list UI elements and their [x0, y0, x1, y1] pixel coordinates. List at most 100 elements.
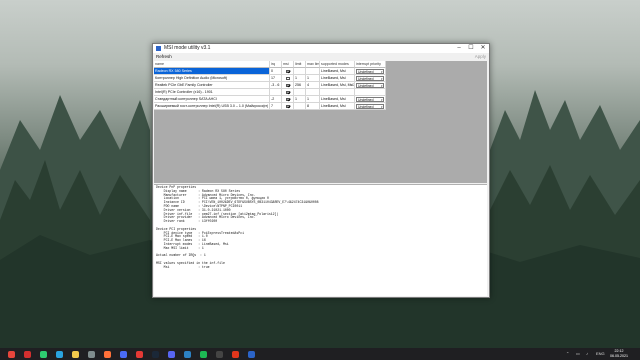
- name-cell: Realtek PCIe GbE Family Controller: [154, 82, 270, 89]
- msi-checkbox[interactable]: [286, 97, 290, 101]
- header-interrupt-priority[interactable]: interrupt priority: [355, 61, 386, 68]
- modes-cell: LineBased, Msi: [320, 96, 355, 103]
- msi-utility-window: MSI mode utility v3.1 – ☐ ✕ Refresh Appl…: [152, 43, 490, 298]
- modes-cell: LineBased, Msi, MsiX: [320, 82, 355, 89]
- chevron-down-icon: ▾: [380, 69, 383, 74]
- limit-cell: [294, 89, 306, 96]
- network-icon[interactable]: ▭: [576, 348, 580, 360]
- table-row[interactable]: Realtek PCIe GbE Family Controller -3 - 6…: [154, 82, 386, 89]
- priority-dropdown[interactable]: Undefined ▾: [356, 75, 384, 81]
- irq-cell: -3 - 6: [270, 82, 282, 89]
- irq-cell: -2: [270, 96, 282, 103]
- msi-cell: [282, 68, 294, 75]
- clock[interactable]: 22:12 06.05.2021: [610, 349, 628, 359]
- app-icon: [156, 46, 161, 51]
- name-cell: Стандартный контроллер SATA AHCI: [154, 96, 270, 103]
- menu-bar: Refresh Apply: [153, 53, 489, 61]
- table-row[interactable]: Расширяемый хост-контроллер Intel(R) USB…: [154, 103, 386, 110]
- max-limit-cell: [306, 68, 320, 75]
- priority-cell: Undefined ▾: [355, 68, 386, 75]
- max-limit-cell: 8: [306, 103, 320, 110]
- max-limit-cell: 4: [306, 82, 320, 89]
- limit-cell: 256: [294, 82, 306, 89]
- irq-cell: [270, 89, 282, 96]
- msi-checkbox[interactable]: [286, 76, 290, 80]
- close-icon[interactable]: ✕: [477, 44, 489, 53]
- spotify-icon[interactable]: [200, 350, 207, 358]
- grid-header: name irq msi limit max limit supported m…: [154, 61, 386, 68]
- header-max-limit[interactable]: max limit: [306, 61, 320, 68]
- chrome-icon[interactable]: [8, 350, 15, 358]
- priority-cell: Undefined ▾: [355, 82, 386, 89]
- msi-utility-icon[interactable]: [248, 350, 255, 358]
- msi-checkbox[interactable]: [286, 104, 290, 108]
- msi-cell: [282, 82, 294, 89]
- epic-icon[interactable]: [216, 350, 223, 358]
- device-details-panel[interactable]: Device PnP properties Display name : Rad…: [154, 184, 487, 296]
- limit-cell: [294, 103, 306, 110]
- taskbar: ⌃ ▭ ♪ ENG 22:12 06.05.2021: [0, 348, 640, 360]
- irq-cell: 7: [270, 103, 282, 110]
- modes-cell: LineBased, Msi: [320, 75, 355, 82]
- maximize-icon[interactable]: ☐: [465, 44, 477, 53]
- msi-checkbox[interactable]: [286, 90, 290, 94]
- folder-icon[interactable]: [72, 350, 79, 358]
- table-row[interactable]: Intel(R) PCIe Controller (x16) - 1901: [154, 89, 386, 96]
- priority-value: Undefined: [358, 83, 374, 88]
- msi-checkbox[interactable]: [286, 83, 290, 87]
- language-indicator[interactable]: ENG: [596, 348, 605, 360]
- minimize-icon[interactable]: –: [453, 44, 465, 53]
- priority-dropdown[interactable]: Undefined ▾: [356, 96, 384, 102]
- modes-cell: [320, 89, 355, 96]
- header-msi[interactable]: msi: [282, 61, 294, 68]
- priority-cell: Undefined ▾: [355, 96, 386, 103]
- header-supported-modes[interactable]: supported modes: [320, 61, 355, 68]
- steam-icon[interactable]: [152, 350, 159, 358]
- teamspeak-icon[interactable]: [184, 350, 191, 358]
- msi-cell: [282, 96, 294, 103]
- msi-checkbox[interactable]: [286, 69, 290, 73]
- header-limit[interactable]: limit: [294, 61, 306, 68]
- priority-value: Undefined: [358, 104, 374, 109]
- priority-cell: Undefined ▾: [355, 75, 386, 82]
- calculator-icon[interactable]: [88, 350, 95, 358]
- priority-dropdown[interactable]: Undefined ▾: [356, 68, 384, 74]
- max-limit-cell: [306, 89, 320, 96]
- header-name[interactable]: name: [154, 61, 270, 68]
- clock-date: 06.05.2021: [610, 354, 628, 358]
- irq-cell: 17: [270, 75, 282, 82]
- priority-cell: [355, 89, 386, 96]
- header-irq[interactable]: irq: [270, 61, 282, 68]
- msi-cell: [282, 75, 294, 82]
- opera-icon[interactable]: [24, 350, 31, 358]
- priority-value: Undefined: [358, 97, 374, 102]
- priority-cell: Undefined ▾: [355, 103, 386, 110]
- telegram-icon[interactable]: [56, 350, 63, 358]
- table-row[interactable]: Radeon RX 580 Series 0 LineBased, Msi Undef…: [154, 68, 386, 75]
- msi-cell: [282, 103, 294, 110]
- apply-button[interactable]: Apply: [475, 53, 486, 61]
- max-limit-cell: 1: [306, 96, 320, 103]
- discord-icon[interactable]: [168, 350, 175, 358]
- title-bar: MSI mode utility v3.1 – ☐ ✕: [153, 44, 489, 53]
- whatsapp-icon[interactable]: [40, 350, 47, 358]
- priority-value: Undefined: [358, 76, 374, 81]
- name-cell: Radeon RX 580 Series: [154, 68, 270, 75]
- modes-cell: LineBased, Msi: [320, 68, 355, 75]
- chevron-down-icon: ▾: [380, 83, 383, 88]
- table-row[interactable]: Стандартный контроллер SATA AHCI -2 1 1 Line…: [154, 96, 386, 103]
- refresh-button[interactable]: Refresh: [156, 53, 172, 61]
- priority-dropdown[interactable]: Undefined ▾: [356, 103, 384, 109]
- table-row[interactable]: Контроллер High Definition Audio (Micros…: [154, 75, 386, 82]
- priority-dropdown[interactable]: Undefined ▾: [356, 82, 384, 88]
- radeon-icon[interactable]: [136, 350, 143, 358]
- vpn-icon[interactable]: [120, 350, 127, 358]
- volume-icon[interactable]: ♪: [586, 348, 588, 360]
- device-details-text: Device PnP properties Display name : Rad…: [156, 185, 319, 269]
- tray-arrow-icon[interactable]: ⌃: [566, 348, 569, 360]
- chevron-down-icon: ▾: [380, 104, 383, 109]
- priority-value: Undefined: [358, 69, 374, 74]
- adobe-icon[interactable]: [232, 350, 239, 358]
- firefox-icon[interactable]: [104, 350, 111, 358]
- msi-cell: [282, 89, 294, 96]
